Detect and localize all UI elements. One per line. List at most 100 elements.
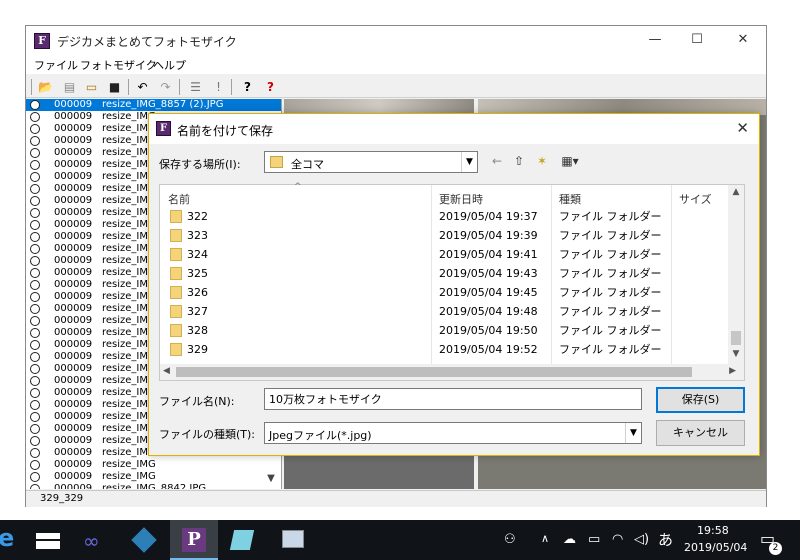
- folder-row[interactable]: 325 2019/05/04 19:43 ファイル フォルダー: [160, 264, 728, 283]
- clock-time[interactable]: 19:58: [697, 524, 729, 537]
- save-button[interactable]: 保存(S): [656, 387, 745, 413]
- radio-icon[interactable]: [30, 196, 40, 206]
- folder-row[interactable]: 327 2019/05/04 19:48 ファイル フォルダー: [160, 302, 728, 321]
- radio-icon[interactable]: [30, 268, 40, 278]
- list-item[interactable]: 000009 resize_IMG: [26, 459, 281, 471]
- horizontal-scrollbar[interactable]: ◀ ▶: [159, 364, 745, 381]
- radio-icon[interactable]: [30, 460, 40, 470]
- radio-icon[interactable]: [30, 172, 40, 182]
- menu-photomosaic[interactable]: フォトモザイク: [80, 57, 157, 73]
- view-menu-icon[interactable]: ▦▾: [557, 153, 583, 169]
- radio-icon[interactable]: [30, 376, 40, 386]
- radio-icon[interactable]: [30, 388, 40, 398]
- radio-icon[interactable]: [30, 352, 40, 362]
- radio-icon[interactable]: [30, 148, 40, 158]
- radio-icon[interactable]: [30, 340, 40, 350]
- radio-icon[interactable]: [30, 160, 40, 170]
- folder-row[interactable]: 322 2019/05/04 19:37 ファイル フォルダー: [160, 207, 728, 226]
- radio-icon[interactable]: [30, 232, 40, 242]
- close-button[interactable]: ✕: [725, 30, 761, 52]
- radio-icon[interactable]: [30, 244, 40, 254]
- back-arrow-icon[interactable]: ←: [488, 153, 506, 169]
- radio-icon[interactable]: [30, 448, 40, 458]
- filename-input[interactable]: [264, 388, 642, 410]
- list-item[interactable]: 000009 resize_IMG_8857 (2).JPG: [26, 99, 281, 111]
- folder-row[interactable]: 329 2019/05/04 19:52 ファイル フォルダー: [160, 340, 728, 359]
- mail-icon[interactable]: [24, 520, 72, 560]
- radio-icon[interactable]: [30, 100, 40, 110]
- folder-row[interactable]: 323 2019/05/04 19:39 ファイル フォルダー: [160, 226, 728, 245]
- radio-icon[interactable]: [30, 328, 40, 338]
- radio-icon[interactable]: [30, 364, 40, 374]
- chevron-up-icon[interactable]: ∧: [541, 532, 549, 545]
- help-icon[interactable]: ?: [239, 79, 256, 95]
- column-name[interactable]: 名前: [168, 191, 190, 207]
- radio-icon[interactable]: [30, 124, 40, 134]
- open-folder-icon[interactable]: 📂: [37, 79, 54, 95]
- image-folder-icon[interactable]: ▤: [61, 79, 78, 95]
- chevron-down-icon[interactable]: ▼: [264, 473, 278, 487]
- radio-icon[interactable]: [30, 256, 40, 266]
- radio-icon[interactable]: [30, 304, 40, 314]
- maximize-button[interactable]: ☐: [679, 30, 715, 52]
- ime-indicator[interactable]: あ: [658, 529, 673, 550]
- column-type[interactable]: 種類: [559, 191, 581, 207]
- list-icon[interactable]: ☰: [187, 79, 204, 95]
- volume-icon[interactable]: ◁): [634, 532, 649, 547]
- scroll-thumb[interactable]: [176, 367, 692, 377]
- vertical-scrollbar[interactable]: ▲ ▼: [728, 185, 744, 366]
- radio-icon[interactable]: [30, 112, 40, 122]
- people-icon[interactable]: ⚇: [504, 532, 516, 547]
- menu-file[interactable]: ファイル: [34, 57, 78, 73]
- radio-icon[interactable]: [30, 436, 40, 446]
- cloud-icon[interactable]: ☁: [563, 532, 576, 547]
- minimize-button[interactable]: —: [637, 30, 673, 52]
- radio-icon[interactable]: [30, 472, 40, 482]
- chevron-down-icon[interactable]: ▼: [728, 349, 744, 359]
- chevron-right-icon[interactable]: ▶: [729, 366, 736, 376]
- scroll-thumb[interactable]: [731, 331, 741, 345]
- chevron-down-icon[interactable]: ▼: [625, 423, 641, 443]
- tool-app-icon[interactable]: [268, 520, 316, 560]
- list-item[interactable]: 000009 resize_IMG: [26, 471, 281, 483]
- chevron-left-icon[interactable]: ◀: [163, 366, 170, 376]
- list-item[interactable]: 000009 resize_IMG_8842.JPG: [26, 483, 281, 489]
- radio-icon[interactable]: [30, 208, 40, 218]
- folder-row[interactable]: 328 2019/05/04 19:50 ファイル フォルダー: [160, 321, 728, 340]
- folder-row[interactable]: 326 2019/05/04 19:45 ファイル フォルダー: [160, 283, 728, 302]
- radio-icon[interactable]: [30, 280, 40, 290]
- radio-icon[interactable]: [30, 400, 40, 410]
- undo-icon[interactable]: ↶: [134, 79, 151, 95]
- radio-icon[interactable]: [30, 292, 40, 302]
- radio-icon[interactable]: [30, 412, 40, 422]
- cancel-button[interactable]: キャンセル: [656, 420, 745, 446]
- new-folder-icon[interactable]: ✶: [533, 153, 551, 169]
- save-icon[interactable]: ■: [106, 79, 123, 95]
- radio-icon[interactable]: [30, 424, 40, 434]
- chevron-down-icon[interactable]: ▼: [461, 152, 477, 172]
- photomosaic-app-icon[interactable]: P: [170, 520, 218, 560]
- clock-date[interactable]: 2019/05/04: [684, 541, 747, 554]
- chevron-up-icon[interactable]: ▲: [728, 187, 744, 197]
- menu-help[interactable]: ヘルプ: [153, 57, 186, 73]
- battery-icon[interactable]: ▭: [588, 532, 600, 547]
- folder-icon[interactable]: ▭: [83, 79, 100, 95]
- filetype-dropdown[interactable]: Jpegファイル(*.jpg) ▼: [264, 422, 642, 444]
- redo-icon[interactable]: ↷: [157, 79, 174, 95]
- radio-icon[interactable]: [30, 316, 40, 326]
- radio-icon[interactable]: [30, 220, 40, 230]
- book-app-icon[interactable]: [218, 520, 266, 560]
- up-folder-icon[interactable]: ⇧: [510, 153, 528, 169]
- wifi-icon[interactable]: ◠: [612, 532, 623, 547]
- navigator-app-icon[interactable]: [120, 520, 168, 560]
- exclamation-icon[interactable]: !: [210, 79, 227, 95]
- radio-icon[interactable]: [30, 136, 40, 146]
- dialog-close-button[interactable]: ✕: [736, 119, 749, 137]
- column-size[interactable]: サイズ: [679, 191, 712, 207]
- column-date[interactable]: 更新日時: [439, 191, 483, 207]
- edge-icon[interactable]: e: [0, 520, 14, 560]
- help-red-icon[interactable]: ?: [262, 79, 279, 95]
- infinity-app-icon[interactable]: ∞: [72, 520, 120, 560]
- radio-icon[interactable]: [30, 484, 40, 489]
- folder-row[interactable]: 324 2019/05/04 19:41 ファイル フォルダー: [160, 245, 728, 264]
